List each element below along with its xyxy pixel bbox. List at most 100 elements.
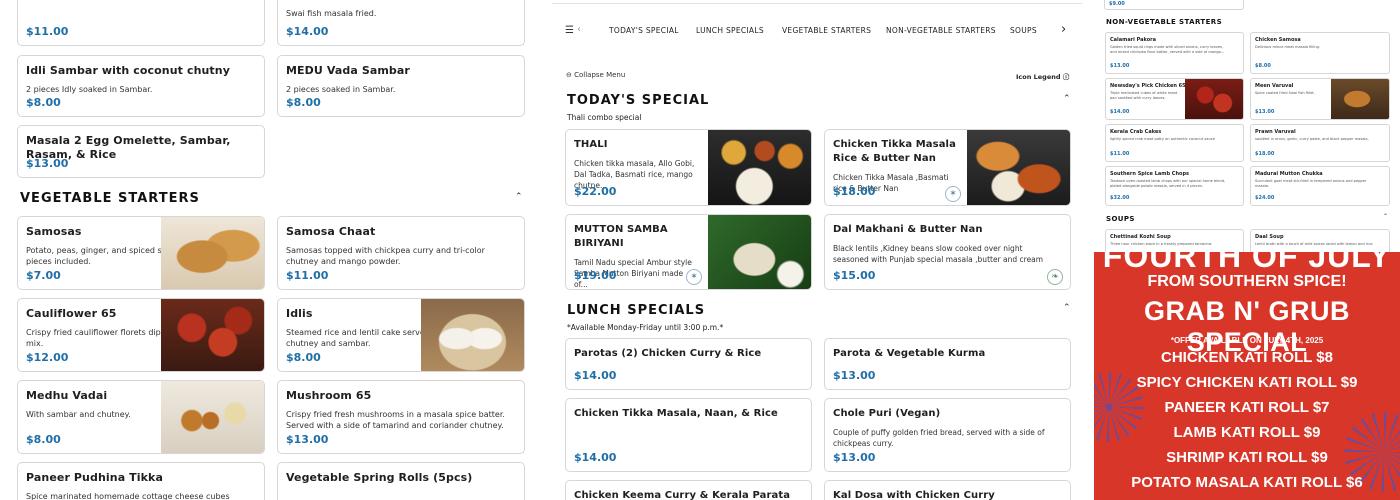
menu-item-card[interactable]: Southern Spice Lamb Chops Tandoori oven-… (1105, 166, 1244, 206)
menu-item-card[interactable]: Prawn Varuval sautéed in onion, garlic, … (1250, 124, 1390, 162)
item-price: $8.00 (286, 96, 321, 109)
item-name: Parota & Vegetable Kurma (833, 348, 986, 359)
menu-item-card[interactable]: Chicken Tikka Masala, Naan, & Rice $14.0… (565, 398, 812, 472)
promo-item: SHRIMP KATI ROLL $9 (1166, 449, 1328, 466)
menu-item-card[interactable]: Calamari Pakora Golden fried squid rings… (1105, 32, 1244, 74)
item-name: Parotas (2) Chicken Curry & Rice (574, 348, 762, 359)
item-name: Dal Makhani & Butter Nan (833, 224, 983, 235)
tab-non-vegetable-starters[interactable]: NON-VEGETABLE STARTERS (886, 26, 996, 35)
item-price: $32.00 (1110, 195, 1130, 201)
item-description: Crispy fried fresh mushrooms in a masala… (286, 410, 505, 430)
menu-item-card[interactable]: Dal Makhani & Butter Nan Black lentils ,K… (824, 214, 1071, 290)
menu-item-card[interactable]: Chicken Keema Curry & Kerala Parata Brea… (565, 480, 812, 500)
menu-item-card[interactable]: Newsday's Pick Chicken 65 Triple marinat… (1105, 78, 1244, 120)
item-price: $22.00 (574, 185, 617, 198)
collapse-menu-button[interactable]: ⊖ Collapse Menu (566, 71, 625, 79)
spicy-icon: ✶ (686, 269, 702, 285)
list-icon[interactable]: ☰ (565, 25, 574, 36)
section-title-todays-special: TODAY'S SPECIAL (567, 93, 710, 108)
menu-item-card[interactable]: $11.00 (17, 0, 265, 46)
menu-item-card[interactable]: Parota & Vegetable Kurma $13.00 (824, 338, 1071, 390)
menu-item-card[interactable]: MEDU Vada Sambar 2 pieces soaked in Samba… (277, 55, 525, 117)
menu-item-card[interactable]: MUTTON SAMBA BIRIYANI Tamil Nadu special … (565, 214, 812, 290)
item-name: Vegetable Spring Rolls (5pcs) (286, 471, 473, 484)
item-name: Meen Varuval (1255, 83, 1294, 89)
item-name: Madurai Mutton Chukka (1255, 171, 1323, 177)
item-name: Samosa Chaat (286, 225, 376, 238)
item-description: Swai fish masala fried. (286, 9, 377, 18)
menu-item-card[interactable]: Chicken Tikka Masala Rice & Butter Nan Ch… (824, 129, 1071, 206)
item-price: $9.00 (1109, 1, 1125, 7)
item-description: Tandoori oven-roasted lamb chops with ou… (1110, 179, 1226, 188)
collapse-chevron-icon[interactable]: ⌃ (1063, 303, 1071, 313)
menu-item-card[interactable]: Samosa Chaat Samosas topped with chickpea… (277, 216, 525, 290)
menu-item-card[interactable]: $9.00 (1104, 0, 1244, 10)
item-price: $8.00 (26, 96, 61, 109)
section-subtitle: Thali combo special (567, 113, 642, 122)
collapse-menu-label: Collapse Menu (574, 71, 626, 79)
minus-circle-icon: ⊖ (566, 71, 572, 79)
menu-item-card[interactable]: Meen Varuval Spice coated fried Swai fis… (1250, 78, 1390, 120)
collapse-chevron-icon[interactable]: ⌃ (1383, 213, 1388, 220)
item-description: Spice marinated homemade cottage cheese … (26, 492, 230, 500)
tab-todays-special[interactable]: TODAY'S SPECIAL (609, 26, 679, 35)
cauliflower-photo (161, 299, 264, 371)
item-price: $18.00 (1255, 151, 1275, 157)
item-description: Couple of puffy golden fried bread, serv… (833, 428, 1045, 448)
menu-item-card[interactable]: Madurai Mutton Chukka Succulent goat mea… (1250, 166, 1390, 206)
icon-legend-button[interactable]: Icon Legend ⓘ (1016, 71, 1069, 81)
menu-item-card[interactable]: Kal Dosa with Chicken Curry (824, 480, 1071, 500)
item-price: $13.00 (833, 451, 876, 464)
divider (552, 3, 1082, 4)
item-name: Paneer Pudhina Tikka (26, 471, 163, 484)
section-title-vegetable-starters: VEGETABLE STARTERS (20, 191, 200, 206)
item-name: Idli Sambar with coconut chutny (26, 64, 230, 77)
item-name: Mushroom 65 (286, 389, 372, 402)
item-price: $12.00 (26, 351, 69, 364)
menu-item-card[interactable]: Chicken Samosa Delicious mince meat masa… (1250, 32, 1390, 74)
tab-soups[interactable]: SOUPS (1010, 26, 1037, 35)
menu-item-card[interactable]: Mushroom 65 Crispy fried fresh mushrooms … (277, 380, 525, 454)
chicken-65-photo (1185, 79, 1243, 119)
menu-item-card[interactable]: THALI Chicken tikka masala, Allo Gobi, Da… (565, 129, 812, 206)
chevron-right-icon[interactable]: › (1061, 22, 1066, 37)
item-name: Kerala Crab Cakes (1110, 129, 1162, 135)
item-price: $18.00 (833, 185, 876, 198)
tab-lunch-specials[interactable]: LUNCH SPECIALS (696, 26, 764, 35)
menu-item-card[interactable]: Vegetable Spring Rolls (5pcs) (277, 462, 525, 500)
item-price: $19.00 (574, 269, 617, 282)
chevron-left-icon[interactable]: ‹ (577, 24, 581, 35)
item-price: $14.00 (286, 25, 329, 38)
item-description: Samosas topped with chickpea curry and t… (286, 246, 485, 266)
section-subtitle: *Available Monday-Friday until 3:00 p.m.… (567, 323, 724, 332)
menu-item-card[interactable]: Paneer Pudhina Tikka Spice marinated home… (17, 462, 265, 500)
samosa-photo (161, 217, 264, 289)
menu-item-card[interactable]: Kerala Crab Cakes lightly spiced crab me… (1105, 124, 1244, 162)
item-name: Newsday's Pick Chicken 65 (1110, 83, 1186, 89)
menu-item-card[interactable]: Idlis Steamed rice and lentil cake served… (277, 298, 525, 372)
item-price: $13.00 (833, 369, 876, 382)
item-name: Chicken Tikka Masala, Naan, & Rice (574, 408, 778, 419)
item-price: $8.00 (286, 351, 321, 364)
menu-item-card[interactable]: Masala 2 Egg Omelette, Sambar, Rasam, & … (17, 125, 265, 178)
collapse-chevron-icon[interactable]: ⌃ (1063, 94, 1071, 104)
item-price: $13.00 (1110, 63, 1130, 69)
tab-vegetable-starters[interactable]: VEGETABLE STARTERS (782, 26, 871, 35)
menu-item-card[interactable]: Parotas (2) Chicken Curry & Rice $14.00 (565, 338, 812, 390)
item-price: $11.00 (286, 269, 329, 282)
item-description: 2 pieces Idly soaked in Sambar. (26, 85, 153, 94)
promo-banner[interactable]: FOURTH OF JULY FROM SOUTHERN SPICE! GRAB… (1094, 252, 1400, 500)
menu-item-card[interactable]: Chole Puri (Vegan) Couple of puffy golden… (824, 398, 1071, 472)
menu-item-card[interactable]: Medhu Vadai With sambar and chutney. $8.0… (17, 380, 265, 454)
item-name: Kal Dosa with Chicken Curry (833, 490, 995, 500)
item-description: Delicious mince meat masala filling. (1255, 45, 1321, 49)
menu-item-card[interactable]: Swai fish masala fried. $14.00 (277, 0, 525, 46)
menu-item-card[interactable]: Samosas Potato, peas, ginger, and spiced … (17, 216, 265, 290)
menu-item-card[interactable]: Cauliflower 65 Crispy fried cauliflower f… (17, 298, 265, 372)
vegetarian-leaf-icon: ❧ (1047, 269, 1063, 285)
item-price: $24.00 (1255, 195, 1275, 201)
item-price: $8.00 (26, 433, 61, 446)
menu-item-card[interactable]: Idli Sambar with coconut chutny 2 pieces … (17, 55, 265, 117)
collapse-chevron-icon[interactable]: ⌃ (515, 192, 523, 202)
medhu-vadai-photo (161, 381, 264, 453)
